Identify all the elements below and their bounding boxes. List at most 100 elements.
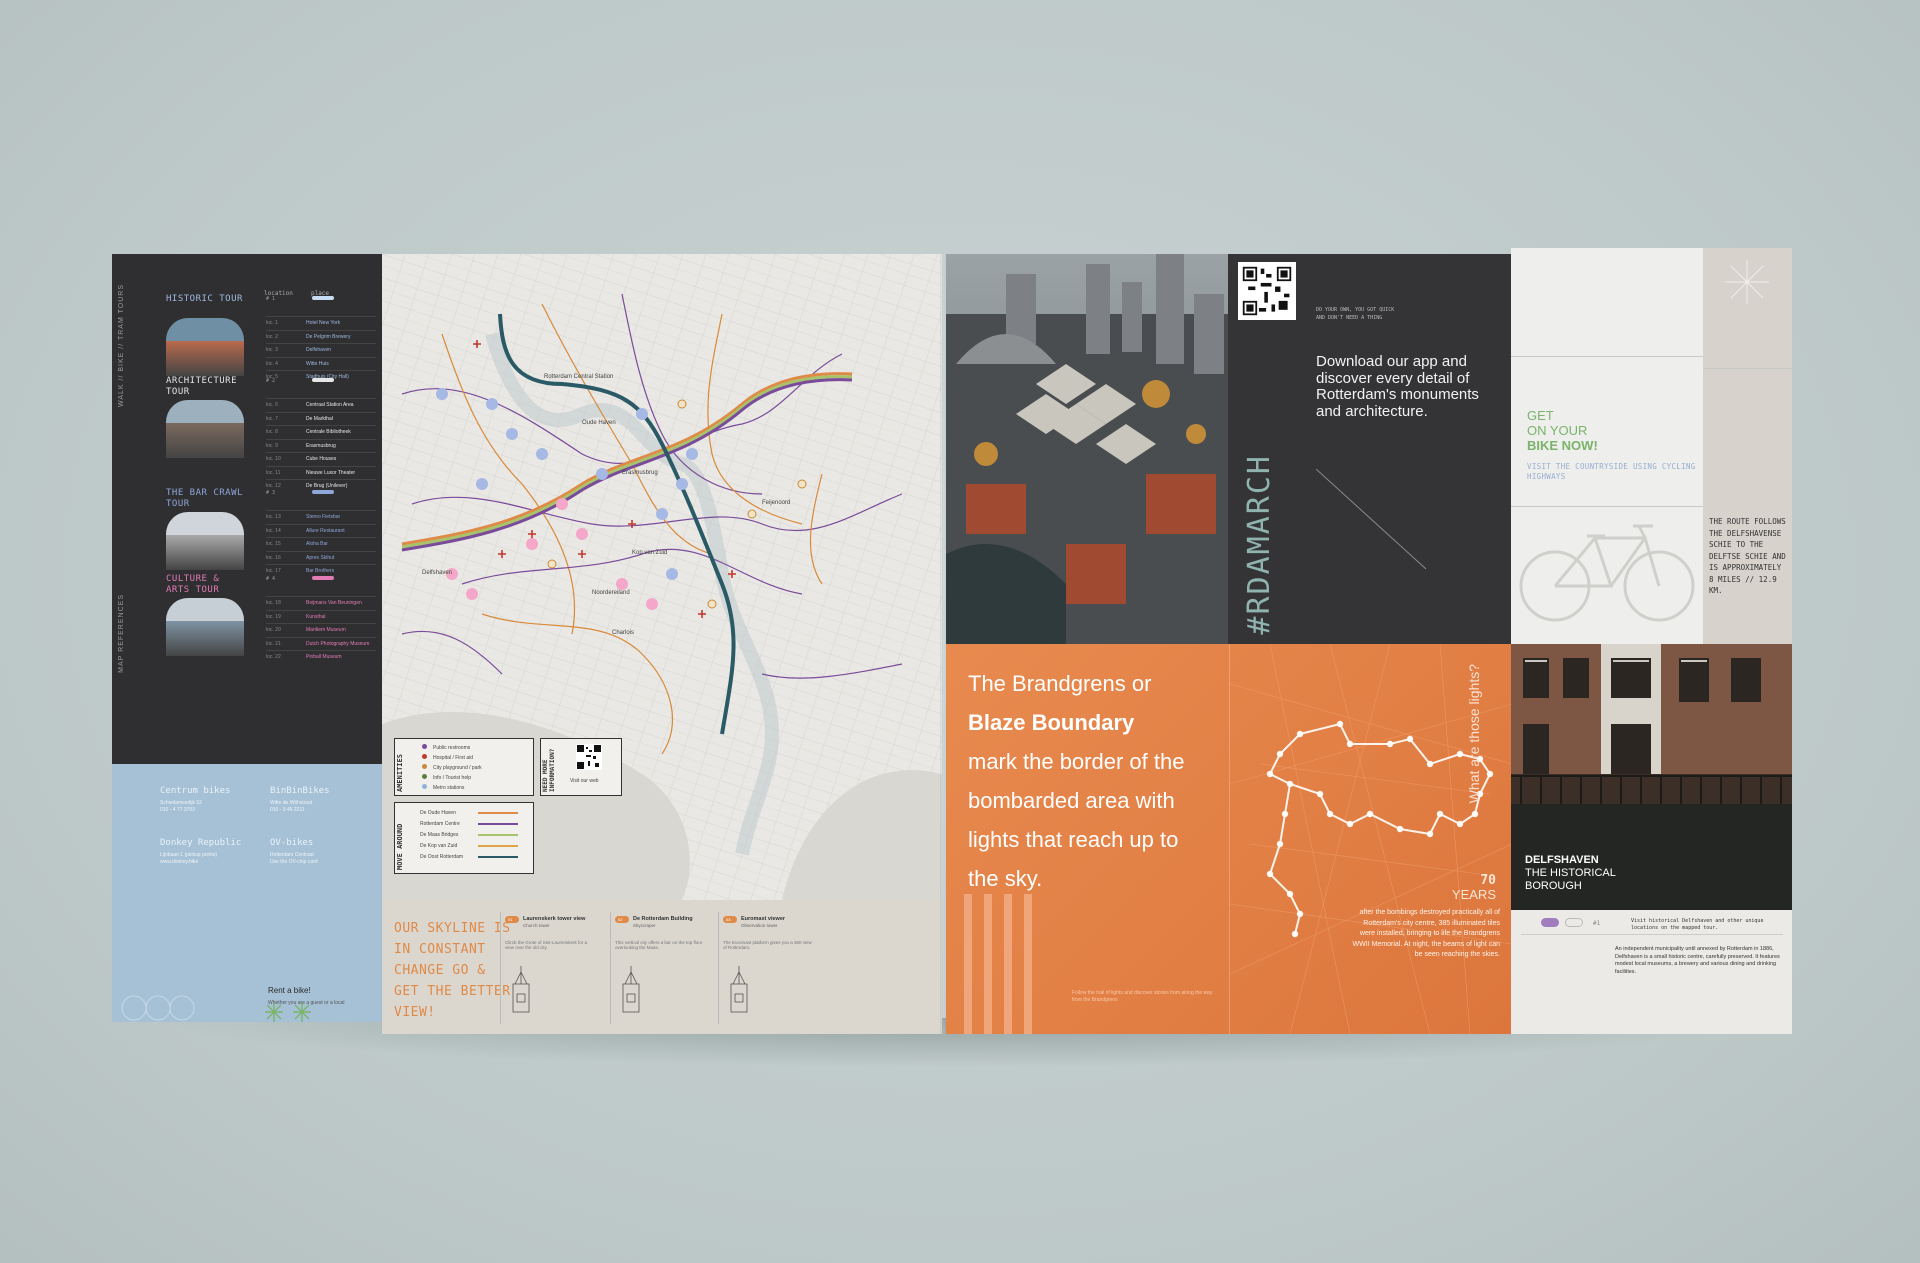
map-location-marker[interactable] [666, 568, 678, 580]
tour-location-row[interactable]: loc. 7 De Markthal [266, 411, 376, 426]
map-location-marker[interactable] [686, 448, 698, 460]
route-description: THE ROUTE FOLLOWS THE DELFSHAVENSE SCHIE… [1709, 517, 1786, 595]
blaze-headline: The Brandgrens or Blaze Boundary mark th… [968, 664, 1198, 898]
tour-location-row[interactable]: loc. 18 Boijmans Van Beuningen [266, 596, 376, 610]
map-location-marker[interactable] [506, 428, 518, 440]
viewpoint-card[interactable]: 01 Laurenskerk tower view Church tower Clim… [500, 912, 606, 1024]
map-location-marker[interactable] [486, 398, 498, 410]
location-place: Witte Huis [306, 360, 329, 367]
get-on-bike-heading: GET ON YOUR BIKE NOW! [1527, 408, 1598, 453]
viewpoint-card[interactable]: 02 De Rotterdam Building Skyscraper This ve… [610, 912, 716, 1024]
tour-location-row[interactable]: loc. 9 Erasmusbrug [266, 438, 376, 453]
legend-amenity-label: Public restrooms [433, 745, 471, 751]
boundary-light-dot [1346, 740, 1354, 748]
playground-marker-icon[interactable] [747, 509, 757, 519]
tour-block[interactable]: CULTURE & ARTS TOUR # 4 loc. 18 Boijmans Va… [166, 574, 376, 660]
legend-amenity-item: City playground / park [422, 764, 482, 771]
toggle-pill-icon[interactable] [1541, 918, 1559, 927]
boundary-light-dot [1386, 740, 1394, 748]
location-number: loc. 7 [266, 415, 278, 422]
map-location-marker[interactable] [676, 478, 688, 490]
map-location-marker[interactable] [646, 598, 658, 610]
toggle-pill-outline-icon[interactable] [1565, 918, 1583, 927]
legend-route-item: De Oost Rotterdam [420, 854, 518, 860]
card-description: The Euromast platform gives you a 360 vi… [723, 940, 812, 950]
legend-need-info-title: NEED MORE INFORMATION? [542, 748, 556, 792]
viewpoint-card[interactable]: 03 Euromast viewer Observation tower The Eu… [718, 912, 928, 1024]
tour-locations: loc. 18 Boijmans Van Beuningen loc. 19 Kuns… [266, 596, 376, 664]
map-location-marker[interactable] [656, 508, 668, 520]
tour-location-row[interactable]: loc. 21 Dutch Photography Museum [266, 636, 376, 651]
legend-move-title: MOVE AROUND [396, 823, 404, 870]
app-download-panel: DO YOUR OWN, YOU GOT QUICK AND DON'T NEE… [1228, 254, 1511, 644]
map-location-marker[interactable] [576, 528, 588, 540]
tour-title: HISTORIC TOUR [166, 294, 243, 304]
tour-block[interactable]: THE BAR CRAWL TOUR # 3 loc. 13 Stereo Fiets… [166, 488, 376, 574]
map-location-marker[interactable] [616, 578, 628, 590]
boundary-light-dot [1426, 760, 1434, 768]
tour-block[interactable]: ARCHITECTURE TOUR # 2 loc. 6 Centraal Stati… [166, 376, 376, 489]
tour-location-row[interactable]: loc. 11 Nieuwe Luxor Theater [266, 465, 376, 480]
years-number: 70 [1480, 873, 1496, 888]
location-number: loc. 20 [266, 627, 281, 634]
map-location-marker[interactable] [556, 498, 568, 510]
legend-amenity-icon [422, 774, 427, 779]
qr-code-icon [576, 744, 602, 770]
tour-location-row[interactable]: loc. 19 Kunsthal [266, 609, 376, 624]
tour-location-row[interactable]: loc. 22 Pinball Museum [266, 650, 376, 664]
tour-location-row[interactable]: loc. 16 Apres Skihut [266, 550, 376, 565]
tour-location-row[interactable]: loc. 3 Delfshaven [266, 343, 376, 357]
map-location-marker[interactable] [436, 388, 448, 400]
bike-rental-info: Witte de Withstraat 010 - 3 45 2211 [270, 800, 313, 813]
tour-block[interactable]: HISTORIC TOUR # 1 loc. 1 Hotel New York loc.… [166, 294, 376, 380]
card-description: This vertical city offers a bar on the t… [615, 940, 703, 950]
map-location-marker[interactable] [466, 588, 478, 600]
playground-marker-icon[interactable] [547, 559, 557, 569]
skyline-section: OUR SKYLINE IS IN CONSTANT CHANGE GO & G… [382, 900, 942, 1034]
card-number: 01 [508, 917, 513, 922]
legend-amenity-item: Hospital / First aid [422, 754, 473, 761]
location-number: loc. 1 [266, 320, 278, 327]
tour-location-row[interactable]: loc. 6 Centraal Station Area [266, 398, 376, 412]
delfshaven-visit: Visit historical Delfshaven and other un… [1631, 918, 1764, 931]
location-place: Delfshaven [306, 347, 332, 354]
get-line: GET [1527, 408, 1554, 423]
map-label: Charlois [612, 630, 634, 636]
map-location-marker[interactable] [476, 478, 488, 490]
tour-location-row[interactable]: loc. 20 Maritiem Museum [266, 623, 376, 637]
map-legend: AMENITIES Public restrooms Hospital / Fir… [394, 738, 672, 878]
tour-number: # 3 [266, 490, 276, 496]
map-location-marker[interactable] [636, 408, 648, 420]
card-title: Euromast viewer [741, 916, 786, 922]
blaze-line: The Brandgrens or [968, 671, 1152, 696]
legend-route-label: De Oost Rotterdam [420, 854, 464, 860]
qr-code-icon[interactable] [1238, 262, 1296, 320]
tour-location-row[interactable]: loc. 2 De Pelgrim Brewery [266, 329, 376, 344]
boundary-light-dot [1296, 730, 1304, 738]
tour-location-row[interactable]: loc. 1 Hotel New York [266, 316, 376, 330]
map-location-marker[interactable] [536, 448, 548, 460]
playground-marker-icon[interactable] [677, 399, 687, 409]
location-number: loc. 19 [266, 613, 281, 620]
bike-visit-text: VISIT THE COUNTRYSIDE USING CYCLING HIGH… [1527, 462, 1696, 481]
tour-location-row[interactable]: loc. 13 Stereo Fietsbar [266, 510, 376, 524]
location-place: De Pelgrim Brewery [306, 333, 351, 340]
tour-location-row[interactable]: loc. 8 Centrale Bibliotheek [266, 425, 376, 439]
tour-location-row[interactable]: loc. 14 Allure Restaurant [266, 523, 376, 538]
tour-location-row[interactable]: loc. 4 Witte Huis [266, 356, 376, 371]
boundary-light-dot [1396, 825, 1404, 833]
map-location-marker[interactable] [596, 468, 608, 480]
boundary-light-dot [1296, 910, 1304, 918]
tour-location-row[interactable]: loc. 15 Aloha Bar [266, 537, 376, 551]
playground-marker-icon[interactable] [707, 599, 717, 609]
boundary-light-dot [1286, 780, 1294, 788]
boundary-light-dot [1276, 750, 1284, 758]
location-place: Aloha Bar [306, 541, 328, 548]
lights-question: What are those lights? [1466, 664, 1482, 804]
location-number: loc. 22 [266, 654, 281, 661]
tour-location-row[interactable]: loc. 10 Cube Houses [266, 452, 376, 466]
map-location-marker[interactable] [526, 538, 538, 550]
legend-route-item: De Oude Haven [420, 810, 518, 816]
playground-marker-icon[interactable] [797, 479, 807, 489]
location-number: loc. 15 [266, 541, 281, 548]
